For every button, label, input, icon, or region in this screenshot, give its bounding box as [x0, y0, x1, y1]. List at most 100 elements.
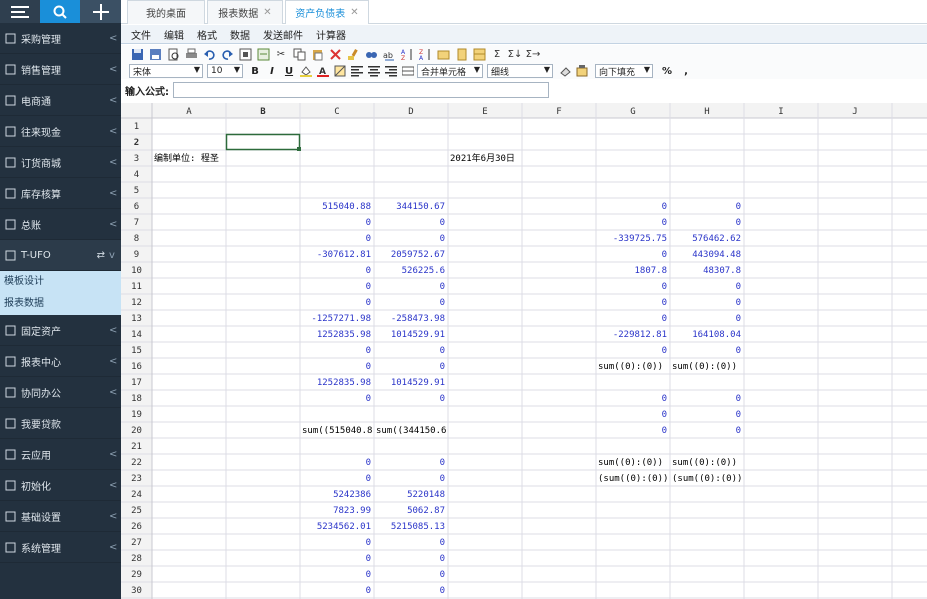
- grid-cell[interactable]: 0: [366, 346, 371, 356]
- eraser-icon[interactable]: [557, 63, 573, 79]
- grid-cell[interactable]: 0: [736, 218, 741, 228]
- grid-cell[interactable]: -258473.98: [391, 314, 445, 324]
- column-header[interactable]: A: [186, 107, 192, 117]
- grid-cell[interactable]: 0: [662, 346, 667, 356]
- sort-descending-icon[interactable]: ZA: [417, 46, 433, 62]
- menu-data[interactable]: 数据: [230, 27, 250, 42]
- column-header[interactable]: I: [778, 107, 783, 117]
- grid-cell[interactable]: 0: [440, 362, 445, 372]
- grid-cell[interactable]: 0: [366, 554, 371, 564]
- row-header[interactable]: 21: [131, 442, 142, 452]
- fill-down-select[interactable]: 向下填充 ▼: [595, 64, 653, 78]
- cell-properties-icon[interactable]: [574, 63, 590, 79]
- column-header[interactable]: H: [704, 107, 709, 117]
- grid-cell[interactable]: 0: [440, 234, 445, 244]
- grid-cell[interactable]: sum((0):(0)): [598, 458, 663, 468]
- grid-cell[interactable]: 0: [366, 394, 371, 404]
- grid-cell[interactable]: 0: [662, 218, 667, 228]
- grid-cell[interactable]: -229812.81: [613, 330, 667, 340]
- row-header[interactable]: 23: [131, 474, 142, 484]
- grid-cell[interactable]: 0: [440, 474, 445, 484]
- wrap-text-icon[interactable]: [400, 63, 416, 79]
- align-left-icon[interactable]: [349, 63, 365, 79]
- row-header[interactable]: 16: [131, 362, 142, 372]
- grid-cell[interactable]: 0: [662, 314, 667, 324]
- fill-color-icon[interactable]: [298, 63, 314, 79]
- grid-cell[interactable]: 0: [736, 282, 741, 292]
- grid-cell[interactable]: 164108.04: [692, 330, 741, 340]
- row-header[interactable]: 20: [131, 426, 142, 436]
- cut-icon[interactable]: ✂: [273, 46, 289, 62]
- row-header[interactable]: 2: [134, 138, 139, 148]
- close-icon[interactable]: ✕: [263, 7, 271, 18]
- save-as-icon[interactable]: [147, 46, 163, 62]
- align-right-icon[interactable]: [383, 63, 399, 79]
- grid-cell[interactable]: 576462.62: [692, 234, 741, 244]
- row-header[interactable]: 26: [131, 522, 142, 532]
- grid-cell[interactable]: -307612.81: [317, 250, 371, 260]
- menu-format[interactable]: 格式: [197, 27, 217, 42]
- grid-cell[interactable]: 0: [366, 298, 371, 308]
- row-header[interactable]: 29: [131, 570, 142, 580]
- row-header[interactable]: 17: [131, 378, 142, 388]
- grid-cell[interactable]: 0: [366, 266, 371, 276]
- grid-cell[interactable]: 0: [440, 346, 445, 356]
- row-header[interactable]: 30: [131, 586, 142, 596]
- insert-column-icon[interactable]: [453, 46, 469, 62]
- row-header[interactable]: 4: [134, 170, 139, 180]
- grid-cell[interactable]: 0: [366, 570, 371, 580]
- grid-cell[interactable]: 0: [440, 218, 445, 228]
- grid-cell[interactable]: 0: [366, 282, 371, 292]
- font-size-select[interactable]: 10 ▼: [207, 64, 243, 78]
- grid-cell[interactable]: sum((515040.8: [302, 426, 372, 436]
- row-header[interactable]: 12: [131, 298, 142, 308]
- row-header[interactable]: 14: [131, 330, 142, 340]
- grid-cell[interactable]: 2059752.67: [391, 250, 445, 260]
- sidebar-item-a-6[interactable]: 总账 <: [0, 209, 121, 240]
- grid-cell[interactable]: 5234562.01: [317, 522, 371, 532]
- grid-cell[interactable]: 0: [662, 426, 667, 436]
- grid-cell[interactable]: 1252835.98: [317, 378, 371, 388]
- grid-cell[interactable]: 0: [736, 346, 741, 356]
- grid-cell[interactable]: 0: [736, 410, 741, 420]
- replace-icon[interactable]: ab: [381, 46, 397, 62]
- undo-icon[interactable]: [201, 46, 217, 62]
- grid-cell[interactable]: 0: [440, 458, 445, 468]
- row-header[interactable]: 9: [134, 250, 139, 260]
- search-button[interactable]: [40, 0, 80, 23]
- sidebar-item-b-7[interactable]: 系统管理 <: [0, 532, 121, 563]
- save-icon[interactable]: [129, 46, 145, 62]
- menu-file[interactable]: 文件: [131, 27, 151, 42]
- grid-cell[interactable]: 1252835.98: [317, 330, 371, 340]
- grid-cell[interactable]: 5215085.13: [391, 522, 445, 532]
- grid-cell[interactable]: 0: [736, 202, 741, 212]
- grid-cell[interactable]: 0: [736, 298, 741, 308]
- underline-button[interactable]: U: [281, 63, 297, 79]
- column-header[interactable]: B: [260, 107, 266, 117]
- row-header[interactable]: 3: [134, 154, 139, 164]
- bold-button[interactable]: B: [247, 63, 263, 79]
- row-header[interactable]: 8: [134, 234, 139, 244]
- grid-cell[interactable]: sum((344150.6: [376, 426, 446, 436]
- insert-row-icon[interactable]: [435, 46, 451, 62]
- grid-cell[interactable]: sum((0):(0)): [672, 362, 737, 372]
- tab-desktop[interactable]: 我的桌面: [127, 0, 205, 24]
- merge-cells-select[interactable]: 合并单元格 ▼: [417, 64, 483, 78]
- grid-cell[interactable]: -1257271.98: [311, 314, 371, 324]
- sidebar-item-b-0[interactable]: 固定资产 <: [0, 315, 121, 346]
- sum-row-icon[interactable]: Σ↓: [507, 46, 523, 62]
- grid-cell[interactable]: 0: [440, 298, 445, 308]
- grid-cell[interactable]: 1014529.91: [391, 330, 445, 340]
- find-icon[interactable]: [363, 46, 379, 62]
- sidebar-item-a-1[interactable]: 销售管理 <: [0, 54, 121, 85]
- tab-report-data[interactable]: 报表数据 ✕: [207, 0, 283, 24]
- menu-edit[interactable]: 编辑: [164, 27, 184, 42]
- grid-cell[interactable]: -339725.75: [613, 234, 667, 244]
- grid-cell[interactable]: 5220148: [407, 490, 445, 500]
- menu-send-email[interactable]: 发送邮件: [263, 27, 303, 42]
- grid-cell[interactable]: 0: [366, 362, 371, 372]
- print-icon[interactable]: [183, 46, 199, 62]
- grid-cell[interactable]: 0: [662, 202, 667, 212]
- sidebar-item-a-2[interactable]: 电商通 <: [0, 85, 121, 116]
- grid-cell[interactable]: 0: [736, 314, 741, 324]
